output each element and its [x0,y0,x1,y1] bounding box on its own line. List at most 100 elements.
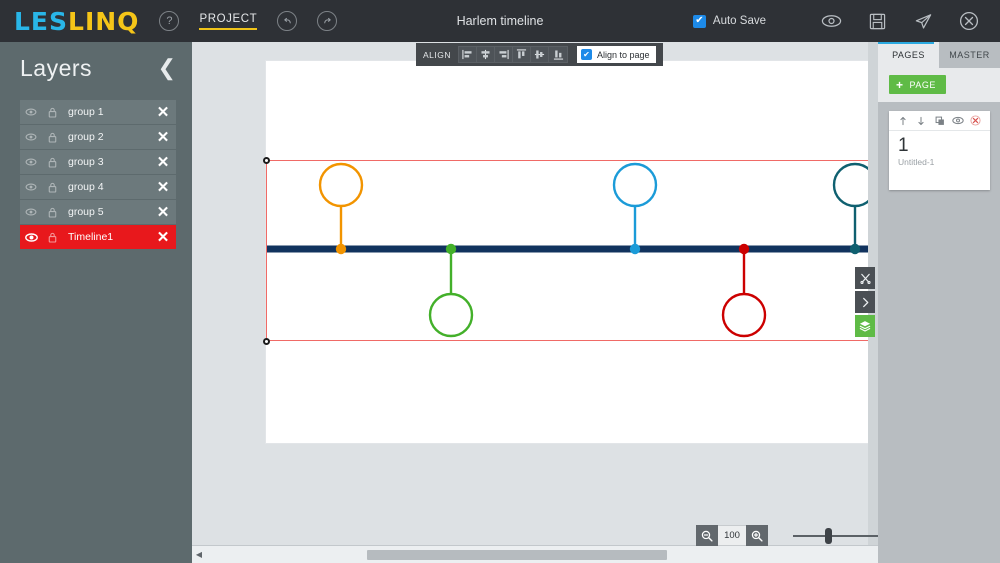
pages-tab-bar: PAGES MASTER [878,42,1000,68]
zoom-in-icon[interactable] [746,525,768,546]
zoom-slider-handle[interactable] [825,528,832,544]
zoom-level-value[interactable]: 100 [718,525,746,546]
redo-icon[interactable] [317,11,338,31]
floating-tool-stack [855,267,875,339]
horizontal-scrollbar[interactable]: ◀ [192,545,878,563]
pages-tab-accent [878,42,934,44]
app-logo[interactable]: LESLINQ [14,7,139,36]
paper-plane-icon [915,13,931,29]
timeline-node[interactable] [428,243,474,338]
timeline-node-circle [428,292,474,338]
close-icon[interactable] [967,115,985,126]
layer-list: group 1 ✕ group 2 ✕ group 3 ✕ group 4 ✕ group 5 ✕… [20,100,176,250]
autosave-toggle[interactable]: ✔ Auto Save [692,14,766,28]
layers-header: Layers ❮ [0,42,192,94]
add-page-button[interactable]: + PAGE [889,75,946,94]
logo-text-primary: LES [14,6,69,36]
timeline-node-dot [445,243,457,255]
move-up-icon[interactable] [894,116,912,126]
timeline-node[interactable] [721,243,767,338]
layer-delete-icon[interactable]: ✕ [150,130,176,145]
layer-row[interactable]: group 4 ✕ [20,175,176,200]
timeline-graphic[interactable] [192,42,878,545]
page-name: Untitled-1 [898,157,935,167]
layer-row[interactable]: group 1 ✕ [20,100,176,125]
layer-delete-icon[interactable]: ✕ [150,205,176,220]
tab-project[interactable]: PROJECT [199,13,258,30]
layer-name: group 4 [68,181,104,193]
timeline-node-dot [335,243,347,255]
layer-visibility-icon[interactable] [20,158,42,166]
timeline-node-circle [612,162,658,208]
preview-button[interactable] [808,0,854,42]
align-right-icon[interactable] [495,46,514,63]
eye-icon [821,15,841,27]
eye-icon[interactable] [949,116,967,125]
undo-icon[interactable] [277,11,298,31]
layer-delete-icon[interactable]: ✕ [150,105,176,120]
move-down-icon[interactable] [912,116,930,126]
layer-lock-icon[interactable] [42,207,62,218]
align-top-icon[interactable] [513,46,532,63]
add-page-row: + PAGE [878,68,1000,102]
horizontal-scrollbar-thumb[interactable] [367,550,667,560]
chevron-left-icon[interactable]: ❮ [158,57,176,79]
zoom-slider-track [793,535,878,537]
publish-button[interactable] [900,0,946,42]
selection-handle-top-left[interactable] [262,156,270,164]
layer-visibility-icon[interactable] [20,232,42,242]
layer-delete-icon[interactable]: ✕ [150,155,176,170]
layer-row[interactable]: Timeline1 ✕ [20,225,176,250]
autosave-checkbox[interactable]: ✔ [692,14,706,28]
help-icon[interactable]: ? [159,11,180,31]
layer-lock-icon[interactable] [42,182,62,193]
plus-icon: + [896,77,904,92]
top-left-actions: ? PROJECT [159,11,338,31]
layer-visibility-icon[interactable] [20,133,42,141]
timeline-node[interactable] [318,162,364,255]
align-to-page-checkbox[interactable]: ✔ [581,49,593,60]
layer-visibility-icon[interactable] [20,208,42,216]
page-card[interactable]: 1 Untitled-1 [889,111,990,190]
layer-lock-icon[interactable] [42,157,62,168]
chevron-right-icon[interactable] [855,291,875,313]
tab-pages[interactable]: PAGES [878,42,939,68]
layer-delete-icon[interactable]: ✕ [150,180,176,195]
top-right-actions: ✔ Auto Save [692,0,992,42]
zoom-controls: 100 [696,525,878,546]
align-bottom-icon[interactable] [549,46,567,63]
logo-text-secondary: LINQ [68,6,140,36]
canvas-workspace[interactable]: ALIGN ✔ Align to page 100 ◀ [192,42,878,563]
close-button[interactable] [946,0,992,42]
scissors-icon[interactable] [855,267,875,289]
save-button[interactable] [854,0,900,42]
layer-row[interactable]: group 3 ✕ [20,150,176,175]
layer-name: group 3 [68,156,104,168]
layer-name: group 5 [68,206,104,218]
timeline-node-dot [629,243,641,255]
selection-handle-bottom-left[interactable] [262,337,270,345]
zoom-slider[interactable] [793,525,878,546]
layer-lock-icon[interactable] [42,132,62,143]
stack-layers-icon[interactable] [855,315,875,337]
tab-master[interactable]: MASTER [939,42,1000,68]
layer-row[interactable]: group 5 ✕ [20,200,176,225]
layer-delete-icon[interactable]: ✕ [150,230,176,245]
timeline-node[interactable] [612,162,658,255]
align-center-horizontal-icon[interactable] [477,46,496,63]
align-label: ALIGN [423,49,452,60]
zoom-out-icon[interactable] [696,525,718,546]
layer-visibility-icon[interactable] [20,108,42,116]
close-circle-icon [959,11,979,31]
layer-lock-icon[interactable] [42,107,62,118]
align-left-icon[interactable] [459,46,478,63]
align-middle-vertical-icon[interactable] [531,46,550,63]
duplicate-icon[interactable] [930,116,948,126]
scroll-left-arrow[interactable]: ◀ [192,550,206,559]
pages-panel: PAGES MASTER + PAGE 1 Untitled-1 [878,42,1000,563]
layer-row[interactable]: group 2 ✕ [20,125,176,150]
layer-lock-icon[interactable] [42,232,62,243]
align-toolbar: ALIGN ✔ Align to page [416,43,663,66]
align-to-page-toggle[interactable]: ✔ Align to page [577,46,656,63]
layer-visibility-icon[interactable] [20,183,42,191]
